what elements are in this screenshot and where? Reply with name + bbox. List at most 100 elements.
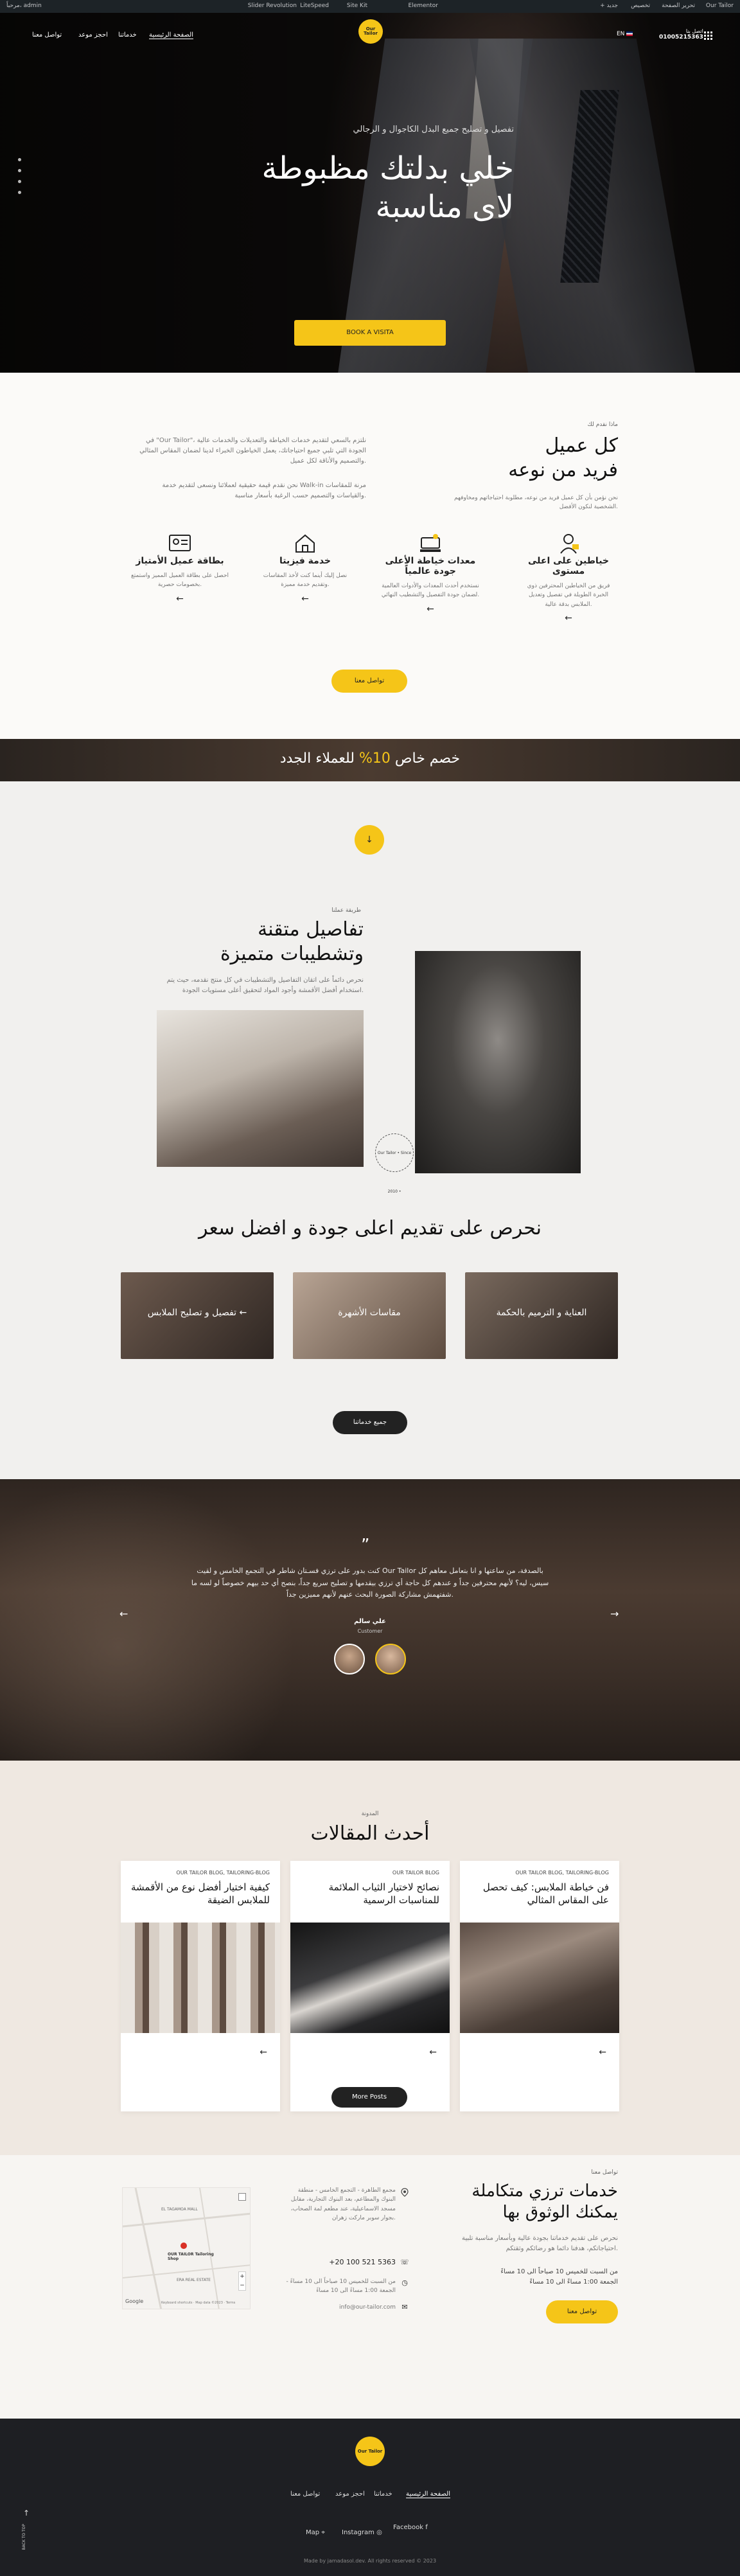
admin-litespeed[interactable]: LiteSpeed xyxy=(300,3,329,9)
arrow-right-icon[interactable]: → xyxy=(610,1608,619,1620)
contact-title-line1: خدمات ترزي متكاملة xyxy=(471,2181,618,2201)
about-section: ماذا نقدم لك كل عميل فريد من نوعه نحن نؤ… xyxy=(0,373,740,739)
service-card-label: مقاسات الأشهرة xyxy=(338,1308,401,1318)
language-switch[interactable]: EN xyxy=(617,31,633,37)
social-instagram[interactable]: Instagram ◎ xyxy=(342,2529,382,2536)
nav-home[interactable]: الصفحة الرئيسية xyxy=(149,31,193,39)
about-desc: نحن نؤمن بأن كل عميل فريد من نوعه، مطلوب… xyxy=(454,495,618,511)
fullscreen-icon[interactable] xyxy=(238,2193,246,2201)
contact-title: خدمات ترزي متكاملة يمكنك الوثوق بها xyxy=(471,2181,618,2223)
promo-band: خصم خاص 10% للعملاء الجدد xyxy=(0,739,740,781)
nav-services[interactable]: خدماتنا xyxy=(118,31,137,39)
hero-slider-dots[interactable] xyxy=(18,158,21,202)
details-label: طريقة عملنا xyxy=(331,907,361,914)
admin-edit-page[interactable]: تحرير الصفحة xyxy=(662,3,695,9)
promo-highlight: 10% xyxy=(359,751,391,767)
contact-hours-info: من السبت للخميس 10 صباحاً الى 10 مساءً -… xyxy=(286,2278,396,2295)
blog-card-category[interactable]: OUR TAILOR BLOG, TAILORING-BLOG xyxy=(176,1870,270,1876)
logo[interactable]: Our Tailor xyxy=(358,19,383,44)
admin-sitekit[interactable]: Site Kit xyxy=(347,3,367,9)
blog-card-category[interactable]: OUR TAILOR BLOG xyxy=(392,1870,439,1876)
footer-nav-services[interactable]: خدماتنا xyxy=(374,2491,392,2498)
nav-book[interactable]: احجز موعد xyxy=(78,31,108,39)
contact-button[interactable]: تواصل معنا xyxy=(546,2300,618,2323)
arrow-left-icon[interactable]: ← xyxy=(128,594,231,604)
hero-cta-button[interactable]: BOOK A VISITA xyxy=(294,320,446,346)
service-card[interactable]: مقاسات الأشهرة xyxy=(293,1272,446,1359)
arrow-left-icon[interactable]: ← xyxy=(260,2047,267,2057)
admin-user[interactable]: مرحباً، admin xyxy=(6,3,42,9)
feature-visit: خدمة فيزيتا نصل إليك أينما كنت لأخذ المق… xyxy=(257,530,353,604)
footer-nav-book[interactable]: احجز موعد xyxy=(335,2491,365,2498)
arrow-left-icon[interactable]: ← xyxy=(599,2047,606,2057)
admin-slider[interactable]: Slider Revolution xyxy=(248,3,297,9)
blog-card-category[interactable]: OUR TAILOR BLOG, TAILORING-BLOG xyxy=(515,1870,609,1876)
admin-new[interactable]: + جديد xyxy=(600,3,618,9)
id-card-icon xyxy=(128,530,231,556)
arrow-left-icon[interactable]: ← xyxy=(379,604,482,614)
more-posts-button[interactable]: More Posts xyxy=(331,2087,407,2108)
hero-title: خلي بدلتك مظبوطة لاى مناسبة xyxy=(212,149,514,226)
service-card-label: تفصيل و تصليح الملابس ← xyxy=(147,1308,247,1318)
scroll-down-icon[interactable]: ↓ xyxy=(355,825,384,855)
testimonial-name: علي سالم xyxy=(354,1618,386,1625)
about-label: ماذا نقدم لك xyxy=(587,422,618,428)
map-label: Map xyxy=(306,2529,320,2536)
map-zoom-control[interactable]: + − xyxy=(238,2271,246,2291)
avatar[interactable] xyxy=(375,1644,406,1674)
header-call[interactable]: اتصل بنا 01005215363 xyxy=(659,28,703,40)
arrow-up-icon[interactable]: ↑ xyxy=(23,2509,30,2518)
service-card[interactable]: العناية و الترميم بالحكمة xyxy=(465,1272,618,1359)
map-embed[interactable]: EL TAGAMOA MALL OUR TAILOR Tailoring Sho… xyxy=(122,2187,251,2309)
hero-section: اتصل بنا 01005215363 EN Our Tailor الصفح… xyxy=(0,13,740,373)
blog-card-image[interactable] xyxy=(290,1923,450,2033)
clock-icon: ◷ xyxy=(401,2278,408,2287)
facebook-icon: f xyxy=(425,2524,428,2531)
avatar[interactable] xyxy=(334,1644,365,1674)
grid-menu-icon[interactable] xyxy=(704,31,713,40)
hero-subtitle: تفصيل و تصليح جميع البدل الكاجوال و الرج… xyxy=(353,125,514,134)
logo-text: Our Tailor xyxy=(364,26,378,36)
blog-card[interactable]: OUR TAILOR BLOG, TAILORING-BLOG كيفية اخ… xyxy=(121,1861,280,2111)
service-card[interactable]: تفصيل و تصليح الملابس ← xyxy=(121,1272,274,1359)
contact-email[interactable]: info@our-tailor.com xyxy=(283,2303,396,2312)
footer-nav-home[interactable]: الصفحة الرئيسية xyxy=(406,2491,450,2498)
arrow-left-icon[interactable]: ← xyxy=(257,594,353,604)
nav-contact[interactable]: تواصل معنا xyxy=(32,31,62,39)
arrow-left-icon[interactable]: ← xyxy=(520,613,617,623)
social-map[interactable]: Map ⌖ xyxy=(306,2529,325,2536)
blog-card-title[interactable]: فن خياطة الملابس: كيف تحصل على المقاس ال… xyxy=(470,1881,609,1906)
blog-card-title[interactable]: كيفية اختيار أفضل نوع من الأقمشة للملابس… xyxy=(131,1881,270,1906)
blog-card[interactable]: OUR TAILOR BLOG, TAILORING-BLOG فن خياطة… xyxy=(460,1861,619,2111)
blog-card-title[interactable]: نصائح لاختيار الثياب الملائمة للمناسبات … xyxy=(301,1881,439,1906)
uk-flag-icon xyxy=(626,31,633,36)
about-contact-button[interactable]: تواصل معنا xyxy=(331,670,407,693)
services-title: نحرص على تقديم اعلى جودة و افضل سعر xyxy=(198,1217,542,1239)
copyright: Made by jamadasol.dev. All rights reserv… xyxy=(303,2558,437,2564)
details-title-line2: وتشطيبات متميزة xyxy=(220,942,364,965)
admin-elementor[interactable]: Elementor xyxy=(409,3,438,9)
home-icon xyxy=(257,530,353,556)
arrow-left-icon[interactable]: ← xyxy=(429,2047,437,2057)
arrow-left-icon[interactable]: ← xyxy=(119,1608,128,1620)
details-desc: نحرص دائماً على اتقان التفاصيل والتشطيبا… xyxy=(166,977,364,994)
blog-card-image[interactable] xyxy=(460,1923,619,2033)
feature-title: معدات خياطة الأعلى جودة عالمياً xyxy=(385,556,476,576)
blog-card-image[interactable] xyxy=(121,1923,280,2033)
instagram-icon: ◎ xyxy=(376,2529,382,2536)
blog-card[interactable]: OUR TAILOR BLOG نصائح لاختيار الثياب الم… xyxy=(290,1861,450,2111)
tailor-photo-2 xyxy=(415,951,581,1173)
contact-phone[interactable]: +20 100 521 5363 xyxy=(283,2258,396,2266)
lang-code: EN xyxy=(617,31,625,37)
footer-nav-contact[interactable]: تواصل معنا xyxy=(290,2491,320,2498)
blog-label: المدونة xyxy=(361,1811,379,1817)
contact-address: مجمع الطاهرة - التجمع الخامس - منطقة الب… xyxy=(290,2187,396,2222)
admin-customize[interactable]: تخصيص xyxy=(631,3,650,9)
footer-logo[interactable]: Our Tailor xyxy=(355,2437,385,2466)
all-services-button[interactable]: جميع خدماتنا xyxy=(333,1411,407,1434)
sewing-machine-icon xyxy=(379,530,482,556)
admin-site-name[interactable]: Our Tailor xyxy=(706,3,734,9)
back-to-top[interactable]: BACK TO TOP xyxy=(22,2524,26,2550)
social-facebook[interactable]: Facebook f xyxy=(393,2524,428,2531)
tailor-icon xyxy=(520,530,617,556)
